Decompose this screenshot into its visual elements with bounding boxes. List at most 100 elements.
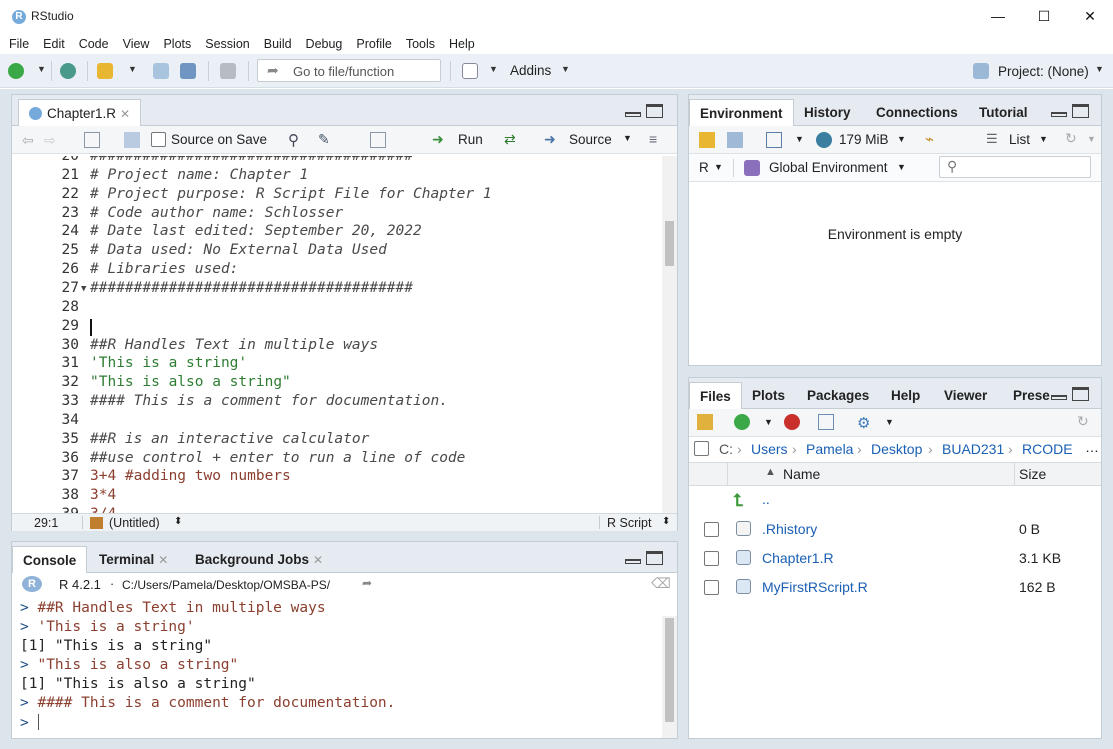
menu-profile[interactable]: Profile — [356, 34, 391, 54]
code-line[interactable]: 20 ##################################### — [12, 156, 672, 167]
tab-help[interactable]: Help — [881, 382, 930, 409]
magic-wand-icon[interactable]: ✎ — [318, 131, 334, 147]
working-directory[interactable]: C:/Users/Pamela/Desktop/OMSBA-PS/ — [122, 578, 330, 592]
breadcrumb-more[interactable]: … — [1085, 439, 1099, 455]
breadcrumb-desktop[interactable]: Desktop — [871, 441, 922, 457]
goto-file-input[interactable]: ➦ Go to file/function — [257, 59, 441, 82]
source-on-save-checkbox[interactable] — [151, 132, 166, 147]
tab-connections[interactable]: Connections — [866, 99, 968, 126]
tab-terminal[interactable]: Terminal ✕ — [89, 546, 178, 573]
tab-chapter1-r[interactable]: Chapter1.R ✕ — [18, 99, 142, 126]
menu-session[interactable]: Session — [205, 34, 249, 54]
environment-selector[interactable]: Global Environment — [769, 160, 888, 175]
pane-minmax-controls[interactable] — [625, 104, 667, 120]
project-menu[interactable]: Project: (None) — [998, 64, 1089, 79]
code-line[interactable]: 36 ##use control + enter to run a line of… — [12, 450, 672, 469]
code-line[interactable]: 21 # Project name: Chapter 1 — [12, 167, 672, 186]
file-checkbox[interactable] — [704, 551, 719, 566]
breadcrumb-users[interactable]: Users — [751, 441, 788, 457]
tab-history[interactable]: History — [794, 99, 861, 126]
menu-tools[interactable]: Tools — [406, 34, 435, 54]
chevron-down-icon[interactable]: ▼ — [885, 417, 894, 427]
tab-viewer[interactable]: Viewer — [934, 382, 997, 409]
select-all-checkbox[interactable] — [694, 441, 709, 456]
new-folder-icon[interactable] — [697, 414, 713, 430]
new-project-icon[interactable] — [60, 63, 76, 79]
code-line[interactable]: 31 'This is a string' — [12, 355, 672, 374]
menu-help[interactable]: Help — [449, 34, 475, 54]
chevron-down-icon[interactable]: ▼ — [795, 134, 804, 144]
source-arrow-icon[interactable]: ➜ — [544, 131, 560, 147]
file-checkbox[interactable] — [704, 522, 719, 537]
editor-scrollbar-thumb[interactable] — [665, 221, 674, 266]
editor-menu-icon[interactable]: ≡ — [649, 131, 665, 147]
code-line[interactable]: 24 # Date last edited: September 20, 2022 — [12, 223, 672, 242]
file-name-link[interactable]: .Rhistory — [762, 521, 817, 537]
run-button[interactable]: Run — [458, 132, 483, 147]
code-line[interactable]: 25 # Data used: No External Data Used — [12, 242, 672, 261]
close-button[interactable]: ✕ — [1078, 8, 1102, 26]
menu-build[interactable]: Build — [264, 34, 292, 54]
menu-plots[interactable]: Plots — [163, 34, 191, 54]
menu-edit[interactable]: Edit — [43, 34, 65, 54]
tab-tutorial[interactable]: Tutorial — [969, 99, 1038, 126]
print-icon[interactable] — [220, 63, 236, 79]
file-checkbox[interactable] — [704, 580, 719, 595]
code-line[interactable]: 35 ##R is an interactive calculator — [12, 431, 672, 450]
tab-files[interactable]: Files — [689, 382, 742, 409]
tab-environment[interactable]: Environment — [689, 99, 794, 126]
code-line[interactable]: 37 3+4 #adding two numbers — [12, 468, 672, 487]
goto-directory-icon[interactable]: ➦ — [362, 576, 372, 590]
chevron-down-icon[interactable]: ▼ — [764, 417, 773, 427]
editor-scrollbar[interactable] — [662, 156, 677, 514]
delete-icon[interactable] — [784, 414, 800, 430]
refresh-icon[interactable]: ↻ — [1065, 130, 1081, 146]
breadcrumb-drive[interactable]: C: — [719, 441, 733, 457]
parent-dir-row[interactable]: ⮤ .. — [689, 486, 1113, 515]
scope-selector[interactable]: (Untitled) — [109, 516, 160, 530]
save-all-icon[interactable] — [180, 63, 196, 79]
back-arrow-icon[interactable]: ⇦ — [22, 132, 38, 148]
code-line[interactable]: 34 — [12, 412, 672, 431]
run-arrow-icon[interactable]: ➜ — [432, 131, 448, 147]
close-tab-icon[interactable]: ✕ — [158, 553, 168, 567]
chevron-down-icon[interactable]: ▼ — [1039, 134, 1048, 144]
breadcrumb-buad231[interactable]: BUAD231 — [942, 441, 1004, 457]
chevron-down-icon[interactable]: ▼ — [714, 162, 723, 172]
tab-packages[interactable]: Packages — [797, 382, 879, 409]
code-line[interactable]: 30 ##R Handles Text in multiple ways — [12, 337, 672, 356]
file-name-link[interactable]: Chapter1.R — [762, 550, 834, 566]
search-icon[interactable]: ⚲ — [288, 131, 304, 149]
minimize-button[interactable]: — — [986, 8, 1010, 26]
source-button[interactable]: Source — [569, 132, 612, 147]
code-line[interactable]: 29 — [12, 318, 672, 337]
language-selector[interactable]: R — [699, 160, 709, 175]
menu-code[interactable]: Code — [79, 34, 109, 54]
load-workspace-icon[interactable] — [699, 132, 715, 148]
pane-minmax-controls[interactable] — [625, 551, 667, 567]
code-line[interactable]: 38 3*4 — [12, 487, 672, 506]
refresh-icon[interactable]: ↻ — [1077, 413, 1093, 429]
memory-usage[interactable]: 179 MiB — [839, 132, 889, 147]
file-row[interactable]: .Rhistory 0 B — [689, 515, 1113, 544]
close-tab-icon[interactable]: ✕ — [313, 553, 323, 567]
maximize-button[interactable]: ☐ — [1032, 8, 1056, 26]
menu-view[interactable]: View — [123, 34, 150, 54]
file-row[interactable]: Chapter1.R 3.1 KB — [689, 544, 1113, 573]
file-row[interactable]: MyFirstRScript.R 162 B — [689, 573, 1113, 602]
code-line[interactable]: 32 "This is also a string" — [12, 374, 672, 393]
chevron-down-icon[interactable]: ▼ — [1087, 134, 1096, 144]
addins-menu[interactable]: Addins — [510, 63, 551, 78]
pane-minmax-controls[interactable] — [1051, 387, 1093, 403]
import-dataset-icon[interactable] — [766, 132, 782, 148]
rename-icon[interactable] — [818, 414, 834, 430]
chevron-down-icon[interactable]: ▼ — [897, 134, 906, 144]
chevron-updown-icon[interactable]: ⬍ — [174, 516, 182, 527]
code-line[interactable]: 22 # Project purpose: R Script File for C… — [12, 186, 672, 205]
chevron-down-icon[interactable]: ▼ — [623, 133, 632, 143]
broom-icon[interactable]: ⌁ — [925, 130, 941, 148]
clear-console-icon[interactable]: ⌫ — [651, 575, 671, 592]
tab-console[interactable]: Console — [12, 546, 88, 573]
chevron-down-icon[interactable]: ▼ — [489, 64, 498, 74]
view-mode-selector[interactable]: List — [1009, 132, 1030, 147]
